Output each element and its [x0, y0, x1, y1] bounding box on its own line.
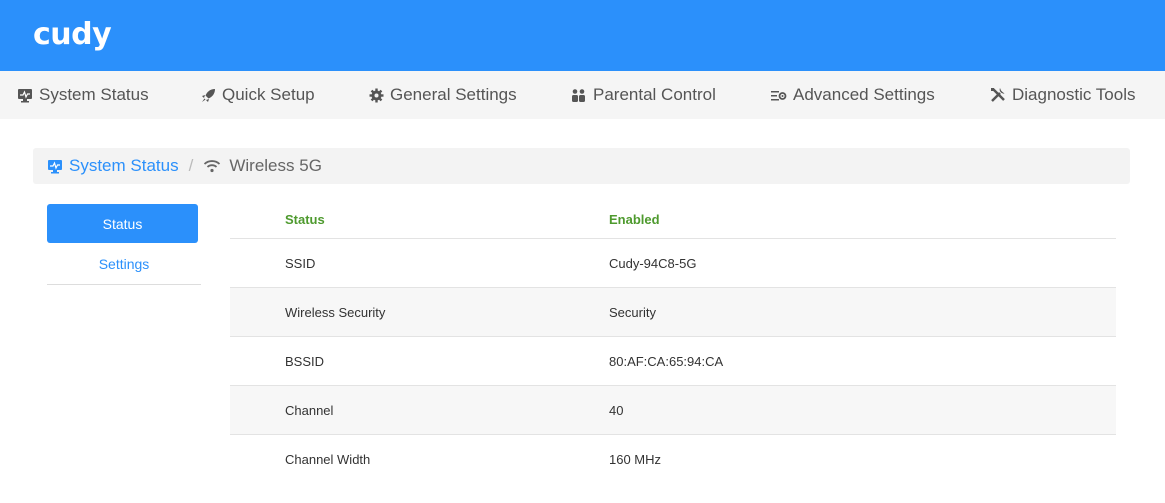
nav-quick-setup[interactable]: Quick Setup	[201, 85, 369, 105]
table-header-row: Status Enabled	[230, 200, 1116, 239]
table-row: BSSID 80:AF:CA:65:94:CA	[230, 337, 1116, 386]
row-value: 80:AF:CA:65:94:CA	[609, 353, 724, 369]
family-icon	[572, 88, 585, 102]
row-key: SSID	[285, 255, 316, 271]
nav-label: Advanced Settings	[793, 85, 935, 104]
row-value: 40	[609, 402, 624, 418]
breadcrumb-parent-label: System Status	[69, 156, 179, 175]
row-value: Security	[609, 304, 656, 320]
row-value: 160 MHz	[609, 452, 662, 467]
nav-parental-control[interactable]: Parental Control	[570, 85, 770, 105]
row-key: Channel	[285, 402, 334, 418]
status-table: Status Enabled SSID Cudy-94C8-5G Wireles…	[230, 200, 1116, 484]
nav-label: Parental Control	[593, 85, 716, 104]
advanced-settings-icon	[771, 90, 787, 100]
gear-icon	[369, 88, 384, 102]
nav-advanced-settings[interactable]: Advanced Settings	[770, 85, 990, 105]
breadcrumb-current: Wireless 5G	[203, 156, 322, 176]
sidebar-settings-link[interactable]: Settings	[47, 243, 201, 285]
row-key: Channel Width	[285, 452, 371, 467]
breadcrumb-current-label: Wireless 5G	[229, 156, 322, 175]
nav-label: Diagnostic Tools	[1012, 85, 1136, 104]
row-key: BSSID	[285, 353, 325, 369]
nav-system-status[interactable]: System Status	[17, 85, 201, 105]
nav-general-settings[interactable]: General Settings	[369, 85, 570, 105]
nav-label: System Status	[39, 85, 149, 104]
monitor-icon	[48, 159, 62, 173]
row-key: Wireless Security	[285, 304, 386, 320]
breadcrumb-separator: /	[188, 156, 194, 175]
table-row: Channel Width 160 MHz	[230, 435, 1116, 484]
nav-diagnostic-tools[interactable]: Diagnostic Tools	[990, 85, 1155, 105]
nav-label: Quick Setup	[222, 85, 315, 104]
main-nav: System Status Quick Setup General Settin…	[0, 71, 1165, 119]
table-row: Channel 40	[230, 386, 1116, 435]
breadcrumb: System Status / Wireless 5G	[33, 148, 1130, 184]
table-row: Wireless Security Security	[230, 288, 1116, 337]
breadcrumb-system-status[interactable]: System Status	[47, 156, 179, 176]
monitor-icon	[18, 88, 32, 102]
top-header: cudy	[0, 0, 1165, 71]
sidebar: Status Settings	[47, 204, 201, 285]
status-label: Status	[285, 211, 325, 227]
wifi-icon	[204, 160, 221, 173]
sidebar-status-button[interactable]: Status	[47, 204, 198, 243]
row-value: Cudy-94C8-5G	[609, 255, 697, 271]
status-value: Enabled	[609, 211, 660, 227]
nav-label: General Settings	[390, 85, 517, 104]
table-row: SSID Cudy-94C8-5G	[230, 239, 1116, 288]
rocket-icon	[202, 88, 215, 102]
tools-icon	[991, 88, 1005, 102]
cudy-logo[interactable]: cudy	[33, 17, 112, 53]
